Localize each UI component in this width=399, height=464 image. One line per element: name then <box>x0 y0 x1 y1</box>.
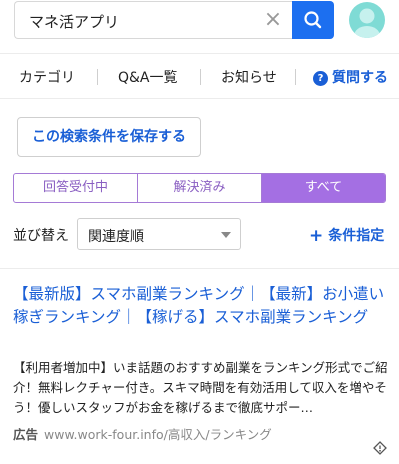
search-input[interactable]: マネ活アプリ × <box>14 1 292 39</box>
plus-icon: + <box>309 226 324 246</box>
status-tabs: 回答受付中 解決済み すべて <box>13 173 386 203</box>
user-icon <box>354 8 380 38</box>
nav-bar: カテゴリ Q&A一覧 お知らせ ? 質問する <box>0 53 399 99</box>
search-button[interactable] <box>292 1 334 39</box>
nav-separator <box>97 69 98 85</box>
search-icon <box>304 11 322 29</box>
tab-resolved[interactable]: 解決済み <box>137 174 261 202</box>
search-header: マネ活アプリ × <box>0 0 399 50</box>
search-query[interactable]: マネ活アプリ <box>29 11 119 32</box>
nav-item-category[interactable]: カテゴリ <box>19 67 75 87</box>
avatar[interactable] <box>349 2 385 38</box>
sort-value: 関連度順 <box>88 229 144 245</box>
sort-label: 並び替え <box>13 228 69 244</box>
filter-label: 条件指定 <box>328 228 385 244</box>
ad-title-link[interactable]: 【最新版】スマホ副業ランキング｜【最新】お小遣い稼ぎランキング｜【稼げる】スマホ… <box>13 283 389 329</box>
ad-badge: 広告 <box>13 427 39 442</box>
chevron-down-icon <box>221 232 231 238</box>
ad-description: 【利用者増加中】いま話題のおすすめ副業をランキング形式でご紹介！無料レクチャー付… <box>13 360 388 415</box>
save-search-button[interactable]: この検索条件を保存する <box>17 117 201 157</box>
tab-accepting[interactable]: 回答受付中 <box>14 174 137 202</box>
nav-item-news[interactable]: お知らせ <box>221 67 277 87</box>
ad-url-line: 広告 www.work-four.info/高収入/ランキング <box>13 424 272 443</box>
ad-url[interactable]: www.work-four.info/高収入/ランキング <box>44 427 272 442</box>
question-icon: ? <box>313 71 328 86</box>
nav-separator <box>295 69 296 85</box>
divider <box>0 268 399 269</box>
nav-separator <box>200 69 201 85</box>
ask-question-label: 質問する <box>332 70 388 86</box>
sort-select[interactable]: 関連度順 <box>77 218 241 250</box>
ask-question-link[interactable]: ? 質問する <box>313 67 388 87</box>
nav-item-qa-list[interactable]: Q&A一覧 <box>118 67 178 87</box>
ad-info-icon[interactable] <box>373 441 387 455</box>
clear-icon[interactable]: × <box>262 7 284 33</box>
tab-all[interactable]: すべて <box>261 174 385 202</box>
filter-conditions-link[interactable]: + 条件指定 <box>309 225 384 246</box>
